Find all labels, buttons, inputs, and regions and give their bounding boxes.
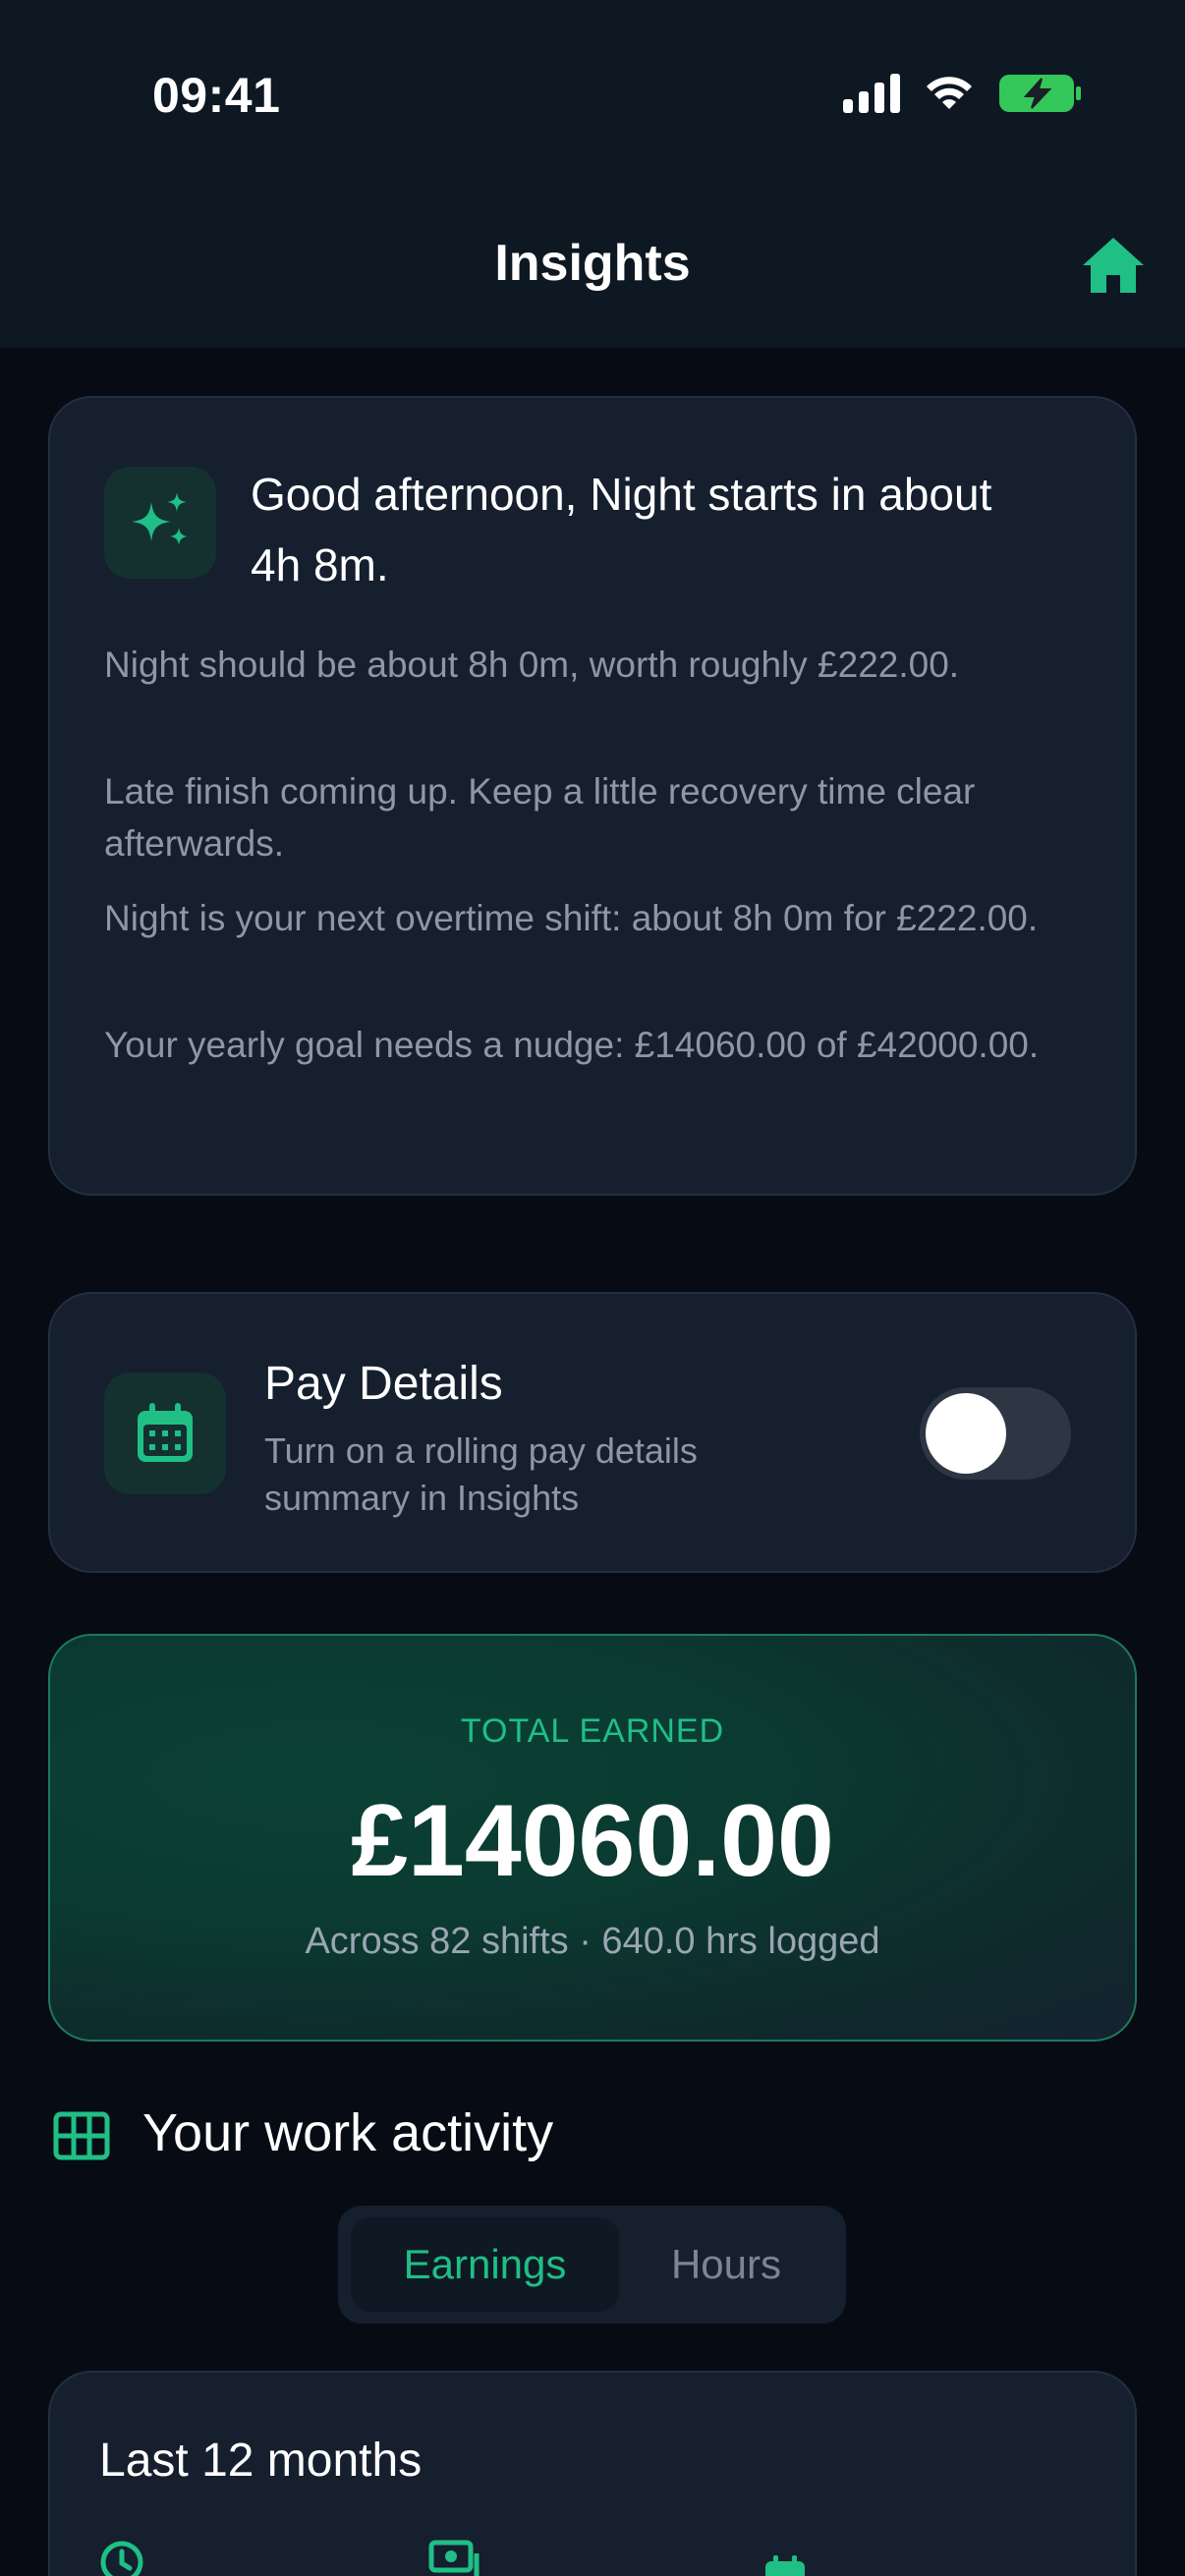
sparkles-icon	[132, 492, 188, 545]
last-12-months-card: Last 12 months	[48, 2371, 1137, 2576]
work-activity-title: Your work activity	[142, 2103, 554, 2162]
home-icon[interactable]	[1081, 236, 1146, 295]
tab-earnings[interactable]: Earnings	[351, 2217, 619, 2312]
total-earned-label: TOTAL EARNED	[460, 1712, 725, 1750]
wifi-icon	[927, 77, 972, 109]
insight-card: Good afternoon, Night starts in about 4h…	[48, 396, 1137, 1196]
grid-icon	[53, 2111, 110, 2160]
cellular-signal-icon	[843, 74, 900, 113]
pay-details-toggle[interactable]	[920, 1387, 1071, 1480]
insight-line: Your yearly goal needs a nudge: £14060.0…	[104, 1025, 1040, 1065]
total-earned-card: TOTAL EARNED £14060.00 Across 82 shifts …	[48, 1634, 1137, 2042]
calendar-icon-tile	[104, 1372, 226, 1494]
total-earned-amount: £14060.00	[351, 1784, 834, 1898]
clock-icon	[100, 2541, 143, 2576]
insight-line: Night is your next overtime shift: about…	[104, 898, 1039, 938]
top-header: 09:41 Insights	[0, 0, 1185, 348]
pay-details-subtitle: Turn on a rolling pay details summary in…	[264, 1430, 698, 1518]
sparkles-icon-tile	[104, 467, 216, 579]
toggle-knob	[926, 1393, 1006, 1474]
insight-greeting: Good afternoon, Night starts in about 4h…	[251, 469, 992, 590]
battery-charging-icon	[999, 75, 1081, 112]
insight-line: Night should be about 8h 0m, worth rough…	[104, 644, 960, 685]
status-time: 09:41	[152, 68, 281, 123]
calendar-icon	[138, 1403, 193, 1462]
status-icons	[843, 73, 1081, 114]
pay-details-card: Pay Details Turn on a rolling pay detail…	[48, 1292, 1137, 1573]
insight-line: Late finish coming up. Keep a little rec…	[104, 771, 976, 864]
page-title: Insights	[494, 235, 691, 292]
activity-segmented-control: Earnings Hours	[338, 2206, 846, 2324]
calendar-small-icon	[765, 2555, 805, 2576]
total-earned-summary: Across 82 shifts · 640.0 hrs logged	[305, 1921, 880, 1962]
period-title: Last 12 months	[99, 2435, 423, 2487]
money-icon	[428, 2540, 480, 2576]
pay-details-title: Pay Details	[264, 1358, 503, 1410]
tab-hours[interactable]: Hours	[619, 2217, 833, 2312]
